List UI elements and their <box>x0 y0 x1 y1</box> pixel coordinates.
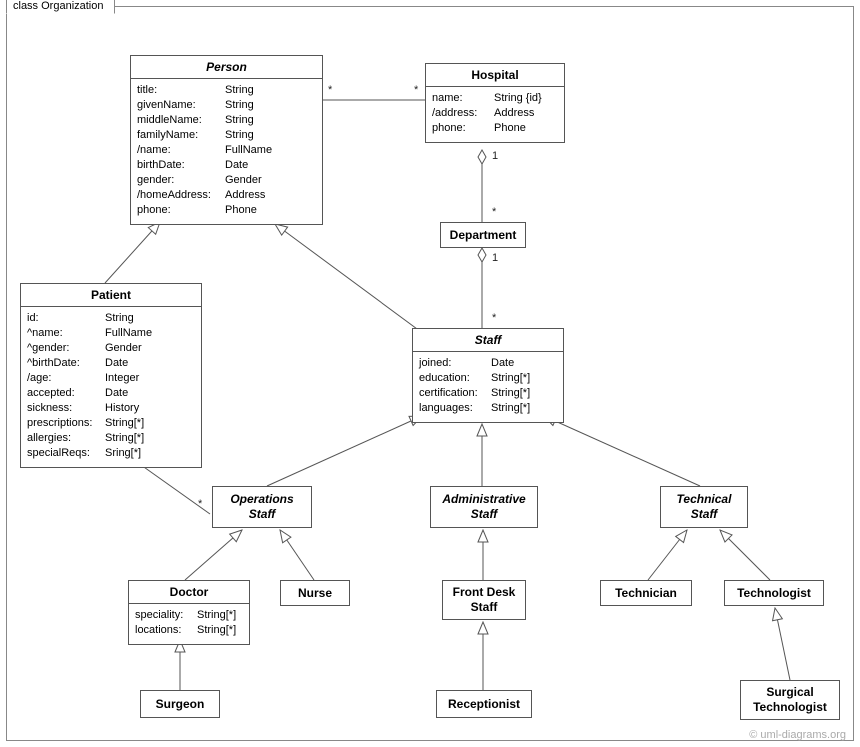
class-title: Technician <box>601 581 691 605</box>
class-title: Patient <box>21 284 201 307</box>
class-title: Front Desk Staff <box>443 581 525 619</box>
mult-dept-staff-bot: * <box>492 312 496 324</box>
class-attrs: speciality:String[*] locations:String[*] <box>129 604 249 644</box>
class-title: Surgical Technologist <box>741 681 839 719</box>
class-title: Hospital <box>426 64 564 87</box>
watermark: © uml-diagrams.org <box>749 729 846 741</box>
class-title: Administrative Staff <box>431 487 537 527</box>
class-patient: Patient id:String ^name:FullName ^gender… <box>20 283 202 468</box>
class-title: Technical Staff <box>661 487 747 527</box>
class-doctor: Doctor speciality:String[*] locations:St… <box>128 580 250 645</box>
class-front-desk-staff: Front Desk Staff <box>442 580 526 620</box>
class-staff: Staff joined:Date education:String[*] ce… <box>412 328 564 423</box>
mult-hospital-dept-bot: * <box>492 206 496 218</box>
class-technologist: Technologist <box>724 580 824 606</box>
class-title: Receptionist <box>437 691 531 717</box>
class-nurse: Nurse <box>280 580 350 606</box>
class-surgical-technologist: Surgical Technologist <box>740 680 840 720</box>
class-title: Nurse <box>281 581 349 605</box>
class-title: Surgeon <box>141 691 219 717</box>
frame-title: class Organization <box>6 0 115 14</box>
mult-person-hospital-right: * <box>414 84 418 96</box>
class-attrs: name:String {id} /address:Address phone:… <box>426 87 564 142</box>
mult-patient-ops-right: * <box>198 498 202 510</box>
class-receptionist: Receptionist <box>436 690 532 718</box>
class-administrative-staff: Administrative Staff <box>430 486 538 528</box>
class-surgeon: Surgeon <box>140 690 220 718</box>
class-attrs: title:String givenName:String middleName… <box>131 79 322 224</box>
class-title: Department <box>441 223 525 247</box>
class-person: Person title:String givenName:String mid… <box>130 55 323 225</box>
class-department: Department <box>440 222 526 248</box>
class-attrs: joined:Date education:String[*] certific… <box>413 352 563 422</box>
class-operations-staff: Operations Staff <box>212 486 312 528</box>
class-technician: Technician <box>600 580 692 606</box>
class-technical-staff: Technical Staff <box>660 486 748 528</box>
mult-hospital-dept-top: 1 <box>492 150 498 162</box>
mult-dept-staff-top: 1 <box>492 252 498 264</box>
diagram-canvas: class Organization <box>0 0 860 747</box>
class-title: Staff <box>413 329 563 352</box>
class-title: Operations Staff <box>213 487 311 527</box>
mult-person-hospital-left: * <box>328 84 332 96</box>
class-title: Technologist <box>725 581 823 605</box>
class-attrs: id:String ^name:FullName ^gender:Gender … <box>21 307 201 467</box>
class-title: Doctor <box>129 581 249 604</box>
class-title: Person <box>131 56 322 79</box>
class-hospital: Hospital name:String {id} /address:Addre… <box>425 63 565 143</box>
